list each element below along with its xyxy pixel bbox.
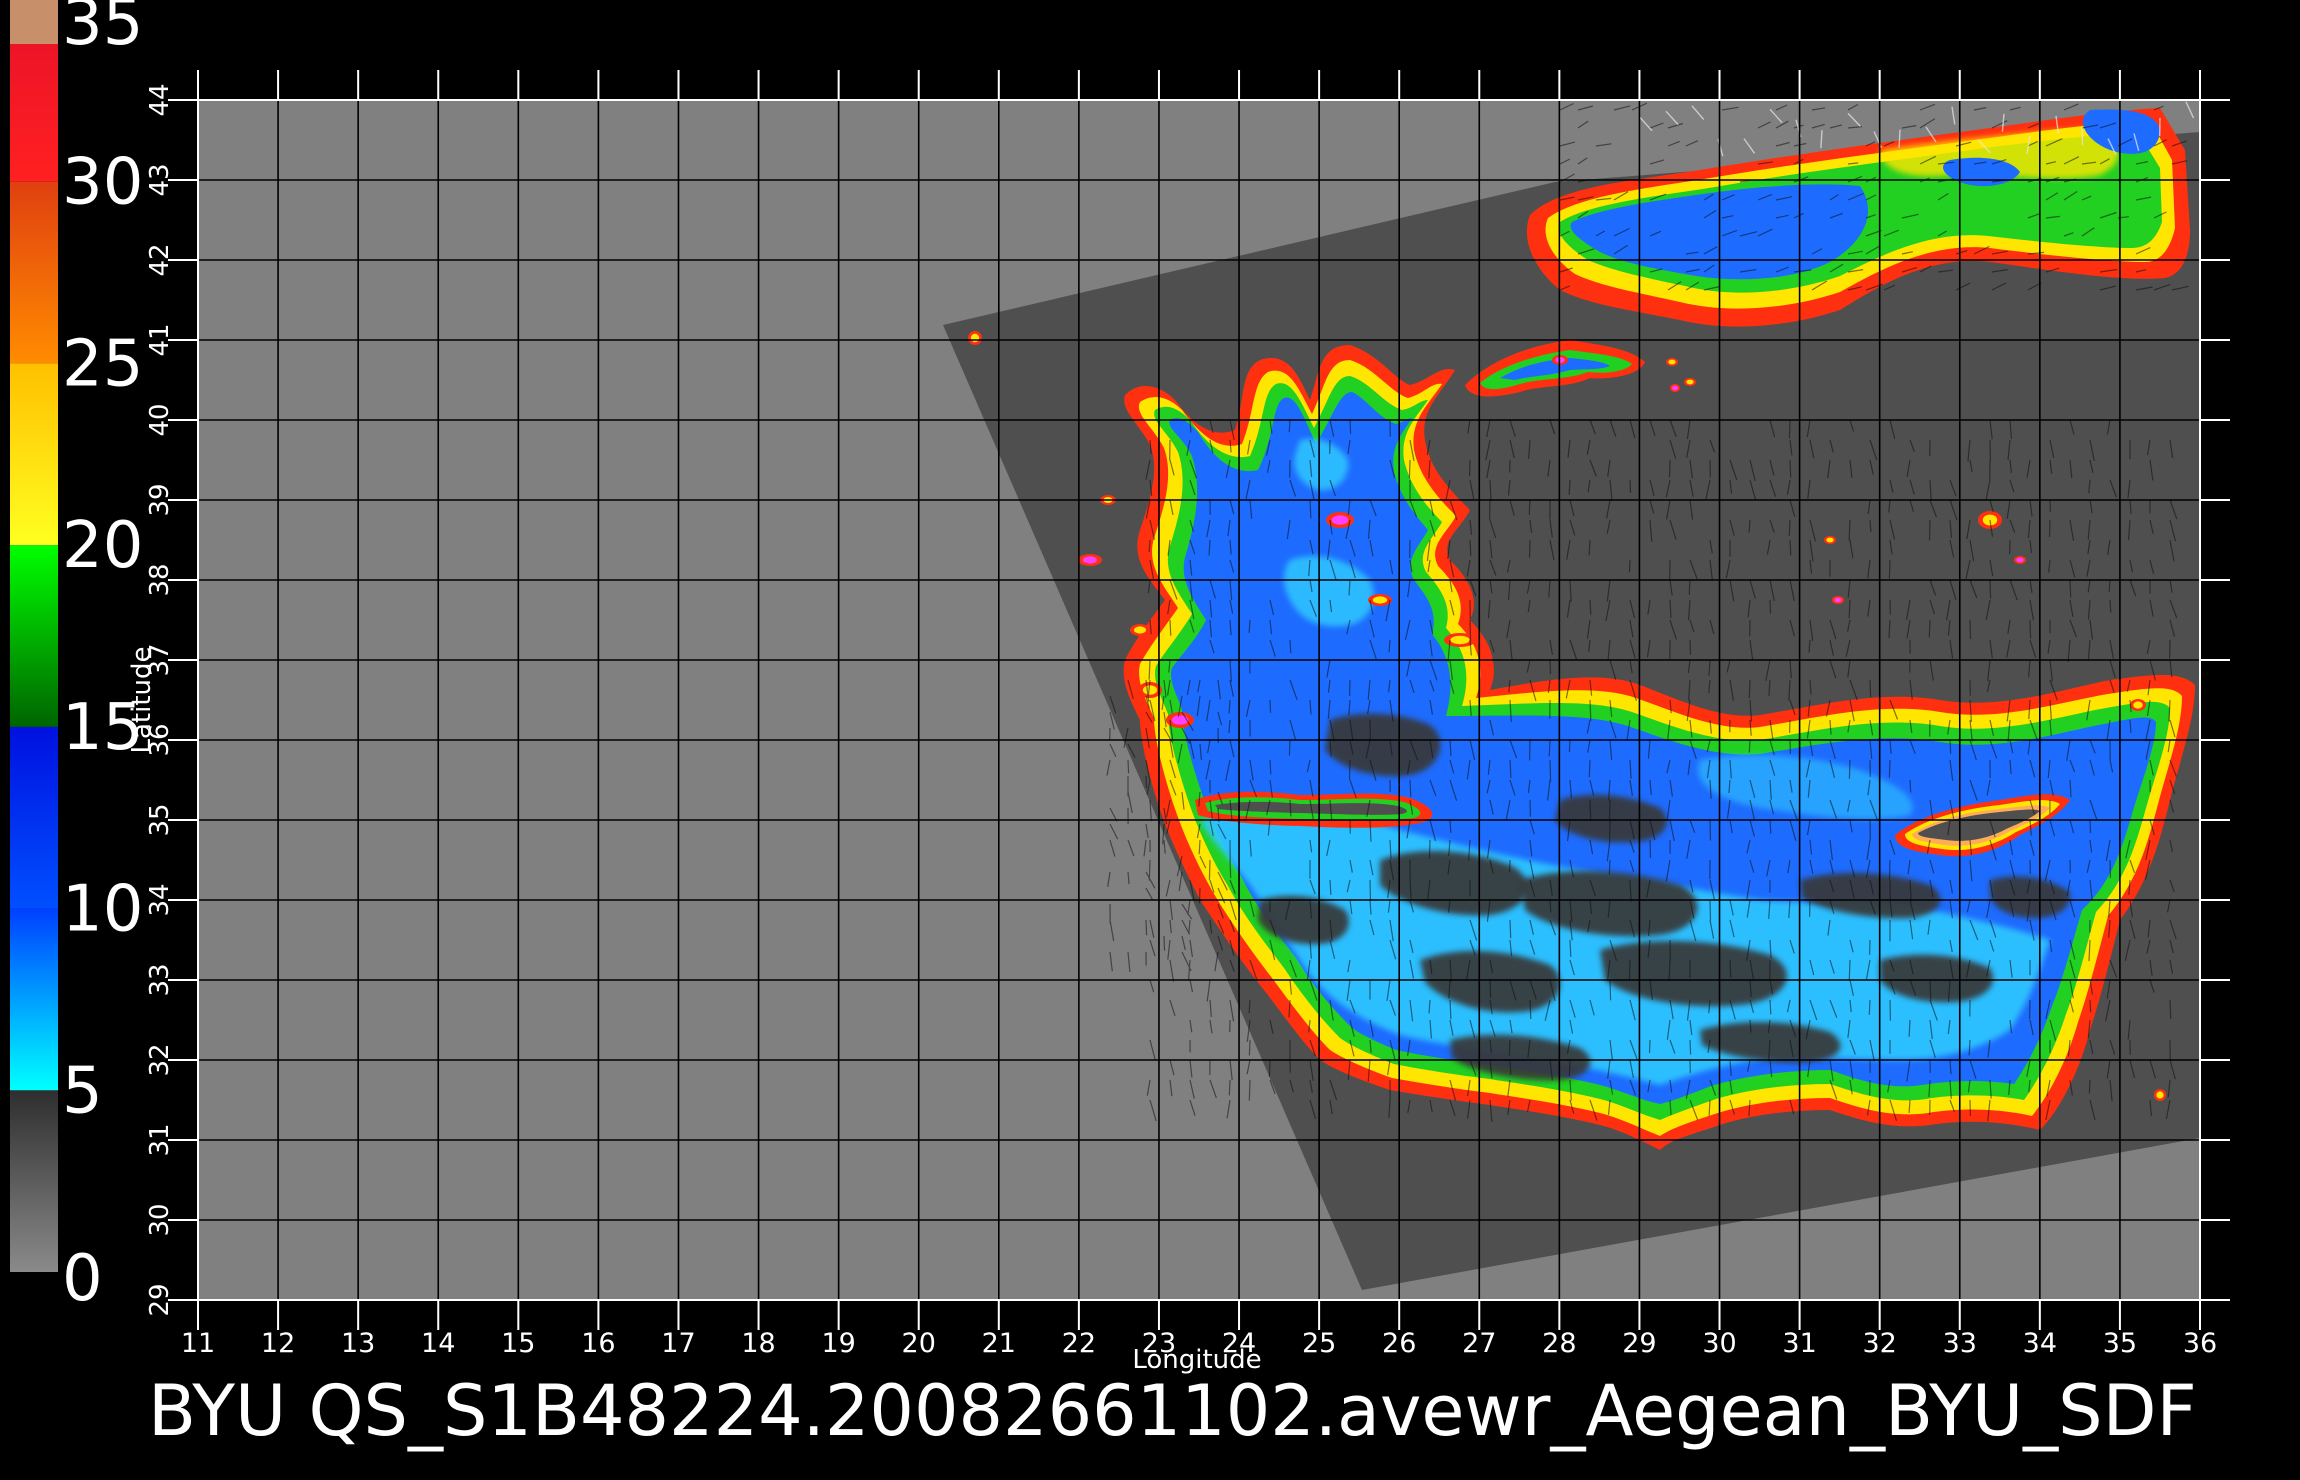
coastal-speck-core (1134, 626, 1146, 634)
coastal-speck-core (2156, 1091, 2164, 1099)
coastal-speck-core (1331, 515, 1349, 525)
latitude-tick-label: 44 (145, 83, 175, 116)
coastal-speck-core (1672, 385, 1678, 391)
coastal-speck-core (1171, 715, 1189, 725)
coastal-speck-core (970, 333, 980, 343)
y-axis-title: Latitude (127, 646, 157, 753)
color-bar-tick-label: 5 (62, 1054, 103, 1128)
color-bar-band-0-5 (10, 1090, 58, 1272)
longitude-tick-label: 16 (581, 1328, 615, 1359)
color-bar-tick-label: 30 (62, 146, 143, 220)
longitude-tick-label: 31 (1782, 1328, 1816, 1359)
latitude-tick-label: 33 (145, 963, 175, 996)
coastal-speck-core (1082, 556, 1098, 564)
longitude-tick-label: 17 (661, 1328, 695, 1359)
color-bar-band-5-10 (10, 908, 58, 1091)
longitude-tick-label: 14 (421, 1328, 455, 1359)
longitude-tick-label: 29 (1622, 1328, 1656, 1359)
longitude-tick-label: 28 (1542, 1328, 1576, 1359)
color-bar-tick-label: 10 (62, 873, 143, 947)
coastal-speck-core (2016, 557, 2024, 563)
longitude-tick-label: 32 (1863, 1328, 1897, 1359)
longitude-tick-label: 12 (261, 1328, 295, 1359)
latitude-tick-label: 30 (145, 1203, 175, 1236)
coastal-speck-core (1668, 359, 1676, 365)
longitude-tick-label: 13 (341, 1328, 375, 1359)
latitude-tick-label: 35 (145, 803, 175, 836)
longitude-tick-label: 18 (741, 1328, 775, 1359)
color-bar: 05101520253035 (10, 0, 143, 1316)
longitude-tick-label: 34 (2023, 1328, 2057, 1359)
longitude-tick-label: 26 (1382, 1328, 1416, 1359)
coastal-speck-core (1826, 537, 1834, 543)
latitude-tick-label: 32 (145, 1043, 175, 1076)
coastal-speck-core (1450, 635, 1470, 645)
latitude-tick-label: 43 (145, 163, 175, 196)
color-bar-band-10-15 (10, 726, 58, 909)
color-bar-band-25-30 (10, 181, 58, 364)
latitude-tick-label: 31 (145, 1123, 175, 1156)
color-bar-top-band (10, 0, 58, 44)
longitude-tick-label: 35 (2103, 1328, 2137, 1359)
longitude-tick-label: 15 (501, 1328, 535, 1359)
figure-title: BYU QS_S1B48224.20082661102.avewr_Aegean… (148, 1370, 2197, 1452)
coastal-speck-core (1142, 685, 1158, 695)
color-bar-tick-label: 0 (62, 1242, 103, 1316)
color-bar-tick-label: 35 (62, 0, 143, 60)
color-bar-tick-label: 25 (62, 327, 143, 401)
coastal-speck-core (1834, 597, 1842, 603)
latitude-tick-label: 34 (145, 883, 175, 916)
coastal-speck-core (1686, 379, 1694, 385)
longitude-tick-label: 11 (181, 1328, 215, 1359)
longitude-tick-label: 30 (1702, 1328, 1736, 1359)
wind-map-figure: 05101520253035 11 12 13 14 15 16 17 18 19 20 21 22 2… (10, 0, 2230, 1452)
latitude-tick-label: 42 (145, 243, 175, 276)
coastal-speck-core (2133, 701, 2143, 709)
color-bar-band-15-20 (10, 545, 58, 727)
longitude-tick-label: 21 (982, 1328, 1016, 1359)
longitude-tick-label: 33 (1943, 1328, 1977, 1359)
longitude-tick-label: 20 (902, 1328, 936, 1359)
latitude-tick-label: 40 (145, 403, 175, 436)
latitude-tick-label: 39 (145, 483, 175, 516)
color-bar-tick-label: 20 (62, 509, 143, 583)
longitude-tick-label: 22 (1062, 1328, 1096, 1359)
longitude-tick-label: 19 (821, 1328, 855, 1359)
longitude-tick-label: 25 (1302, 1328, 1336, 1359)
color-bar-band-20-25 (10, 363, 58, 546)
longitude-tick-label: 27 (1462, 1328, 1496, 1359)
latitude-tick-label: 38 (145, 563, 175, 596)
longitude-tick-label: 36 (2183, 1328, 2217, 1359)
coastal-speck-core (1372, 596, 1388, 604)
latitude-tick-label: 41 (145, 323, 175, 356)
latitude-tick-label: 29 (145, 1283, 175, 1316)
